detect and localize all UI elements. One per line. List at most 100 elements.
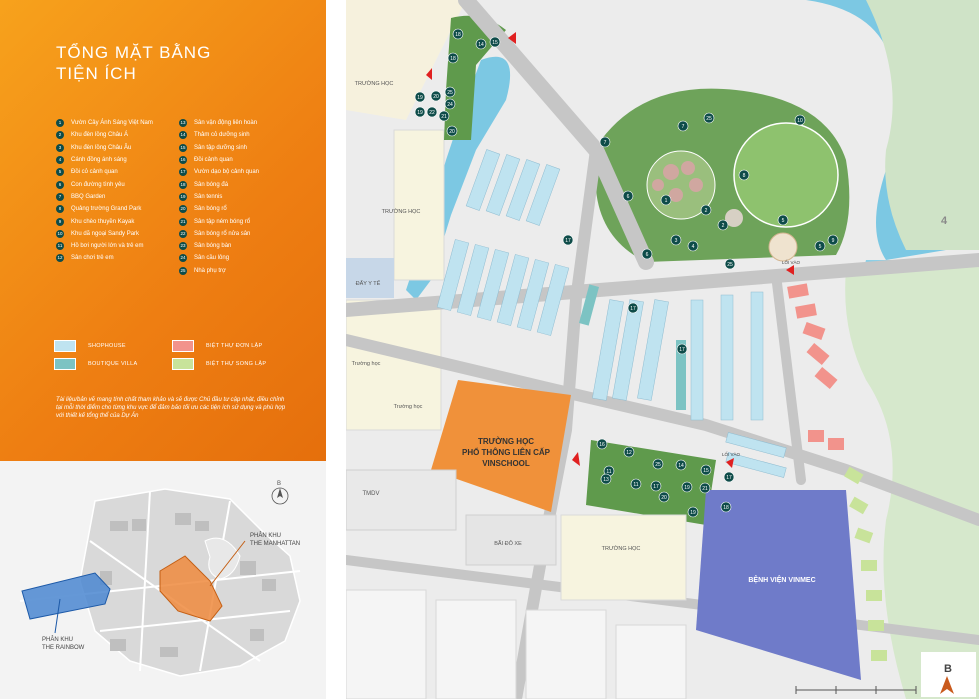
overview-minimap: PHÂN KHU THE MANHATTAN PHÂN KHU THE RAIN… — [0, 461, 326, 699]
amenity-badge-number: 19 — [684, 485, 690, 491]
legend-number-badge: 20 — [179, 205, 187, 214]
amenity-badge-number: 2 — [722, 223, 725, 229]
title-line-2: TIỆN ÍCH — [56, 64, 137, 83]
legend-item: 24 Sân cầu lông — [179, 252, 259, 264]
legend-item: 6 Con đường tình yêu — [56, 178, 153, 190]
legend-item: 1 Vườn Cây Ánh Sáng Việt Nam — [56, 117, 153, 129]
legend-number-badge: 1 — [56, 119, 64, 128]
map-compass-icon: B — [921, 652, 976, 697]
legend-number-badge: 12 — [56, 254, 64, 263]
boutique-villa-label: BOUTIQUE VILLA — [88, 361, 138, 367]
legend-item: 4 Cánh đồng ánh sáng — [56, 154, 153, 166]
amenity-badge-number: 7 — [604, 140, 607, 146]
entrance-label-1: LỐI VÀO — [782, 259, 801, 265]
amenity-badge-number: 19 — [417, 95, 423, 101]
amenity-badge-number: 22 — [429, 110, 435, 116]
school-label-north-top: TRƯỜNG HỌC — [355, 80, 394, 87]
legend-label: Nhà phụ trợ — [194, 267, 226, 274]
amenity-badge-number: 12 — [626, 450, 632, 456]
legend-item: 25 Nhà phụ trợ — [179, 265, 259, 277]
legend-label: Thảm cỏ dưỡng sinh — [194, 132, 250, 139]
clinic-plot — [346, 258, 394, 298]
legend-item: 21 Sân tập ném bóng rổ — [179, 215, 259, 227]
entrance-label-2: LỐI VÀO — [722, 451, 741, 457]
legend-number-badge: 3 — [56, 143, 64, 152]
clinic-label: ĐẤY Y TẾ — [356, 280, 381, 287]
legend-number-badge: 25 — [179, 266, 187, 275]
amenity-badge-number: 5 — [782, 218, 785, 224]
manhattan-label-2: THE MANHATTAN — [250, 541, 300, 547]
legend-label: Sân bóng đá — [194, 181, 229, 188]
amenity-badge-number: 24 — [447, 102, 453, 108]
legend-number-badge: 11 — [56, 242, 64, 251]
legend-number-badge: 13 — [179, 119, 187, 128]
legend-label: Khu chèo thuyền Kayak — [71, 218, 135, 225]
amenity-badge-number: 7 — [682, 124, 685, 130]
legend-number-badge: 6 — [56, 180, 64, 189]
legend-label: Đồi cảnh quan — [194, 157, 233, 164]
school-plot-south — [560, 514, 687, 601]
song-lap-label: BIỆT THỰ SONG LẬP — [206, 361, 267, 367]
amenity-badge-number: 17 — [630, 306, 636, 312]
amenity-badge-number: 14 — [478, 42, 484, 48]
legend-item: 19 Sân tennis — [179, 191, 259, 203]
amenity-badge-number: 20 — [661, 495, 667, 501]
legend-label: Hồ bơi người lớn và trẻ em — [71, 243, 144, 250]
boutique-villa-swatch — [54, 358, 76, 370]
legend-label: Khu đèn lồng Châu Á — [71, 132, 129, 139]
map-compass-letter: B — [944, 663, 952, 675]
amenity-badge-number: 20 — [449, 129, 455, 135]
amenity-badge-number: 11 — [633, 482, 638, 488]
legend-don-lap: BIỆT THỰ ĐƠN LẬP — [172, 340, 263, 352]
amenity-badge-number: 2 — [705, 208, 708, 214]
amenity-badge-number: 1 — [665, 198, 668, 204]
legend-number-badge: 22 — [179, 229, 187, 238]
song-lap-swatch — [172, 358, 194, 370]
legend-item: 22 Sân bóng rổ nửa sân — [179, 228, 259, 240]
legend-number-badge: 5 — [56, 168, 64, 177]
amenity-badge-number: 10 — [797, 118, 803, 124]
legend-number-badge: 10 — [56, 229, 64, 238]
don-lap-label: BIỆT THỰ ĐƠN LẬP — [206, 343, 263, 349]
legend-label: Sân bóng rổ — [194, 206, 227, 213]
amenity-badge-number: 18 — [450, 56, 456, 62]
zone-number-label: 4 — [941, 215, 948, 227]
amenity-badge-number: 14 — [678, 463, 684, 469]
legend-number-badge: 17 — [179, 168, 187, 177]
legend-item: 5 Đồi cỏ cảnh quan — [56, 166, 153, 178]
master-plan-map: TRƯỜNG HỌC PHỔ THÔNG LIÊN CẤP VINSCHOOL … — [346, 0, 979, 699]
legend-label: Sân tennis — [194, 193, 223, 200]
school-label-west-1: Trường học — [352, 361, 381, 367]
legend-label: BBQ Garden — [71, 193, 106, 200]
amenity-badge-number: 25 — [706, 116, 712, 122]
legend-item: 13 Sân vận động liên hoàn — [179, 117, 259, 129]
legend-number-badge: 7 — [56, 192, 64, 201]
legend-item: 11 Hồ bơi người lớn và trẻ em — [56, 240, 153, 252]
legend-item: 23 Sân bóng bàn — [179, 240, 259, 252]
legend-number-badge: 24 — [179, 254, 187, 263]
legend-label: Sân bóng bàn — [194, 243, 232, 250]
legend-label: Khu đèn lồng Châu Âu — [71, 144, 132, 151]
amenity-badge-number: 6 — [646, 252, 649, 258]
amenity-badge-number: 9 — [832, 238, 835, 244]
rainbow-label-1: PHÂN KHU — [42, 636, 73, 643]
tmdv-label: TMDV — [363, 491, 380, 497]
legend-label: Sân tập dưỡng sinh — [194, 144, 247, 151]
vinschool-label-3: VINSCHOOL — [482, 459, 530, 468]
legend-label: Sân vận động liên hoàn — [194, 120, 258, 127]
legend-number-badge: 8 — [56, 205, 64, 214]
legend-shophouse: SHOPHOUSE — [54, 340, 126, 352]
minimap-compass-letter: B — [277, 481, 281, 487]
amenity-badge-number: 17 — [726, 475, 732, 481]
legend-number-badge: 14 — [179, 131, 187, 140]
amenity-badge-number: 15 — [492, 40, 498, 46]
legend-item: 9 Khu chèo thuyền Kayak — [56, 215, 153, 227]
legend-item: 20 Sân bóng rổ — [179, 203, 259, 215]
vinmec-label: BỆNH VIỆN VINMEC — [748, 575, 815, 584]
legend-number-badge: 18 — [179, 180, 187, 189]
amenity-badge-number: 25 — [727, 262, 733, 268]
amenity-badge-number: 17 — [653, 484, 659, 490]
school-label-north: TRƯỜNG HỌC — [382, 208, 421, 215]
amenity-badge-number: 21 — [702, 486, 708, 492]
amenity-badge-number: 25 — [655, 462, 661, 468]
